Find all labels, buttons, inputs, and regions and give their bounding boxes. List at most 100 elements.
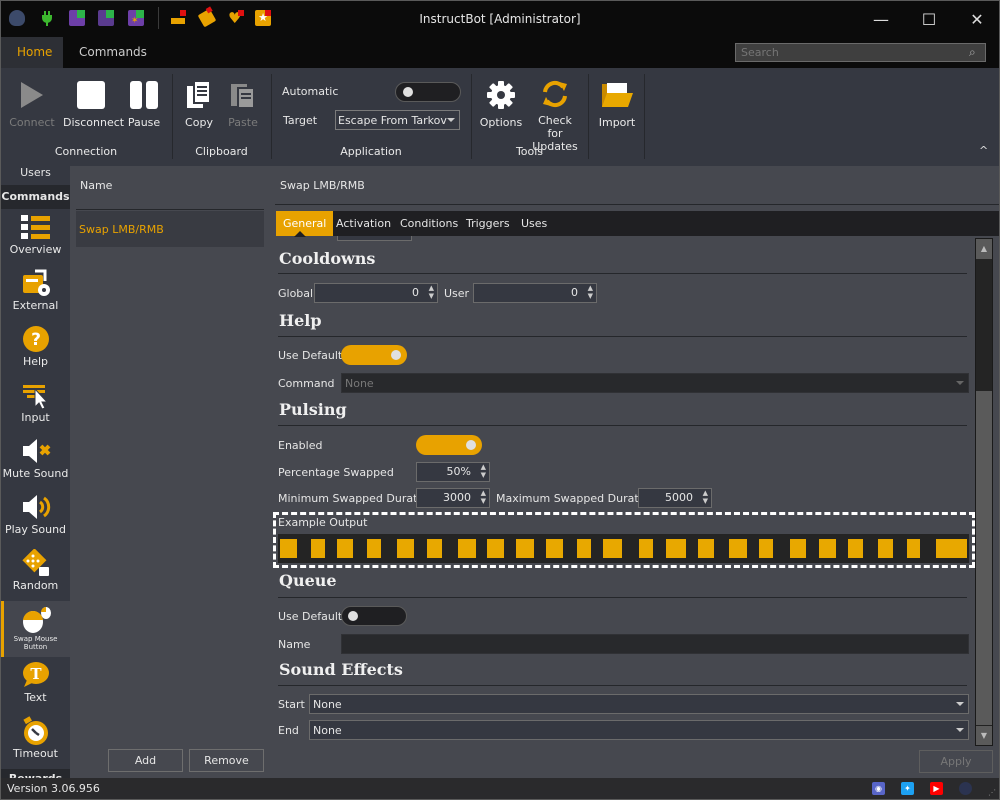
search-input[interactable] <box>735 43 986 62</box>
list-item[interactable]: Swap LMB/RMB <box>76 211 264 247</box>
mouse-swap-icon <box>21 605 51 633</box>
options-button[interactable]: Options <box>479 76 523 129</box>
list-header-name[interactable]: Name <box>80 179 112 192</box>
sound-end-label: End <box>278 724 299 737</box>
min-swapped-duration-input[interactable]: 3000 ▲ ▼ <box>416 488 490 508</box>
folder-icon <box>602 83 633 107</box>
paste-button[interactable]: Paste <box>225 76 261 129</box>
spinner-arrows-icon[interactable]: ▲ ▼ <box>703 489 708 505</box>
resize-grip-icon[interactable]: ⋰ <box>988 788 996 797</box>
copy-icon <box>187 80 211 108</box>
pulsing-enabled-label: Enabled <box>278 439 323 452</box>
app-logo-icon[interactable] <box>959 782 972 795</box>
global-cooldown-label: Global <box>278 287 314 300</box>
sidebar-item-timeout[interactable]: Timeout <box>1 713 70 769</box>
max-swapped-duration-input[interactable]: 5000 ▲ ▼ <box>638 488 712 508</box>
pulse-block <box>848 539 863 558</box>
maximize-button[interactable]: ☐ <box>914 7 944 31</box>
min-swapped-duration-label: Minimum Swapped Duration <box>278 492 435 505</box>
pulse-block <box>666 539 687 558</box>
help-use-default-toggle[interactable] <box>341 345 407 365</box>
scroll-down-button[interactable]: ▼ <box>976 725 992 745</box>
sidebar-item-external[interactable]: External <box>1 265 70 321</box>
sidebar-item-input[interactable]: Input <box>1 377 70 433</box>
sidebar-users[interactable]: Users <box>1 166 70 185</box>
tab-uses[interactable]: Uses <box>514 211 554 236</box>
partial-select[interactable] <box>337 236 412 241</box>
sidebar-rewards-header[interactable]: Rewards <box>1 769 70 778</box>
tab-activation[interactable]: Activation <box>329 211 398 236</box>
chevron-down-icon <box>447 118 455 122</box>
keyboard-cursor-icon <box>21 381 51 409</box>
spinner-arrows-icon[interactable]: ▲ ▼ <box>481 489 486 505</box>
queue-use-default-label: Use Default <box>278 610 343 623</box>
tab-conditions[interactable]: Conditions <box>393 211 465 236</box>
maximize-icon: ☐ <box>921 9 937 29</box>
spinner-arrows-icon[interactable]: ▲ ▼ <box>588 284 593 300</box>
vertical-scrollbar[interactable]: ▲ ▼ <box>975 238 993 746</box>
detail-tabs: General Activation Conditions Triggers U… <box>276 211 999 237</box>
automatic-toggle[interactable] <box>395 82 461 102</box>
help-heading: Help <box>279 311 322 330</box>
pulse-block <box>367 539 381 558</box>
title-bar: ✶ ♥ ★ InstructBot [Administrator] — ☐ ✕ <box>1 1 999 37</box>
paste-icon <box>231 84 255 109</box>
tab-general[interactable]: General <box>276 211 334 237</box>
sidebar-item-play-sound[interactable]: Play Sound <box>1 489 70 545</box>
sound-start-select[interactable]: None <box>309 694 969 714</box>
sidebar-commands-header[interactable]: Commands <box>1 185 70 209</box>
percentage-swapped-label: Percentage Swapped <box>278 466 394 479</box>
discord-icon[interactable]: ◉ <box>872 782 885 795</box>
target-label: Target <box>283 114 318 127</box>
scroll-thumb[interactable] <box>976 391 992 725</box>
check-updates-button[interactable]: Check for Updates <box>529 76 581 153</box>
tab-home[interactable]: Home <box>1 37 63 68</box>
tab-triggers[interactable]: Triggers <box>459 211 517 236</box>
copy-button[interactable]: Copy <box>183 76 215 129</box>
queue-name-input[interactable] <box>341 634 969 654</box>
pause-button[interactable]: Pause <box>127 76 161 129</box>
target-select[interactable]: Escape From Tarkov <box>335 110 460 130</box>
queue-use-default-toggle[interactable] <box>341 606 407 626</box>
pulsing-enabled-toggle[interactable] <box>416 435 482 455</box>
sidebar-item-overview[interactable]: Overview <box>1 209 70 265</box>
close-button[interactable]: ✕ <box>962 7 992 31</box>
version-label: Version 3.06.956 <box>7 782 100 795</box>
minimize-icon: — <box>873 9 889 29</box>
twitter-icon[interactable]: ✦ <box>901 782 914 795</box>
sound-start-label: Start <box>278 698 305 711</box>
sidebar-item-help[interactable]: ? Help <box>1 321 70 377</box>
remove-button[interactable]: Remove <box>189 749 264 772</box>
stopwatch-icon <box>21 716 51 745</box>
status-bar: Version 3.06.956 ◉ ✦ ▶ ⋰ <box>1 778 999 799</box>
minimize-button[interactable]: — <box>866 7 896 31</box>
apply-button[interactable]: Apply <box>919 750 993 773</box>
tab-commands[interactable]: Commands <box>63 37 163 68</box>
import-button[interactable]: Import <box>597 76 637 129</box>
ribbon-tab-row: Home Commands ⌕ <box>1 37 999 68</box>
sidebar-item-mute-sound[interactable]: Mute Sound <box>1 433 70 489</box>
global-cooldown-input[interactable]: 0 ▲ ▼ <box>314 283 438 303</box>
sidebar-item-random[interactable]: Random <box>1 545 70 601</box>
pulse-block <box>818 539 836 558</box>
search-icon[interactable]: ⌕ <box>969 45 976 60</box>
close-icon: ✕ <box>970 9 984 29</box>
pulse-block <box>936 539 967 558</box>
disconnect-button[interactable]: Disconnect <box>63 76 124 129</box>
sidebar-item-text[interactable]: T Text <box>1 657 70 713</box>
youtube-icon[interactable]: ▶ <box>930 782 943 795</box>
help-command-select[interactable]: None <box>341 373 969 393</box>
spinner-arrows-icon[interactable]: ▲ ▼ <box>481 463 486 479</box>
sidebar-item-swap-mouse-button[interactable]: Swap Mouse Button <box>1 601 70 657</box>
spinner-arrows-icon[interactable]: ▲ ▼ <box>429 284 434 300</box>
group-application-label: Application <box>340 145 402 158</box>
app-window: ✶ ♥ ★ InstructBot [Administrator] — ☐ ✕ … <box>0 0 1000 800</box>
sound-end-select[interactable]: None <box>309 720 969 740</box>
divider <box>278 425 967 426</box>
scroll-up-button[interactable]: ▲ <box>976 239 992 259</box>
add-button[interactable]: Add <box>108 749 183 772</box>
collapse-ribbon-button[interactable]: ^ <box>979 144 988 157</box>
user-cooldown-input[interactable]: 0 ▲ ▼ <box>473 283 597 303</box>
percentage-swapped-input[interactable]: 50% ▲ ▼ <box>416 462 490 482</box>
connect-button[interactable]: Connect <box>9 76 55 129</box>
